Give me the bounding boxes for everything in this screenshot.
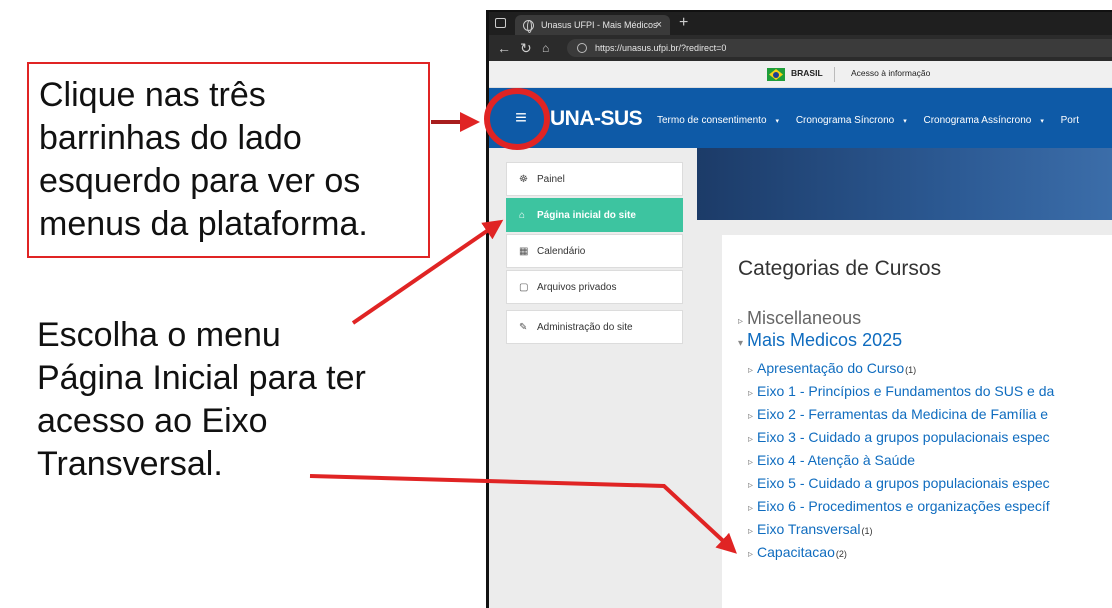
- subcategory-eixo-1[interactable]: ▹ Eixo 1 - Princípios e Fundamentos do SU…: [738, 380, 1054, 403]
- subcategory-eixo-transversal[interactable]: ▹ Eixo Transversal(1): [738, 518, 1054, 541]
- globe-icon: [523, 20, 534, 33]
- sidebar-item-label: Painel: [537, 174, 565, 185]
- category-mais-medicos-2025[interactable]: ▾ Mais Medicos 2025: [738, 329, 1054, 351]
- sidebar-item-administracao[interactable]: ✎ Administração do site: [506, 310, 683, 344]
- subcategory-eixo-4[interactable]: ▹ Eixo 4 - Atenção à Saúde: [738, 449, 1054, 472]
- chevron-down-icon: ▾: [1040, 118, 1044, 125]
- navbar-menu: Termo de consentimento ▾ Cronograma Síncr…: [657, 115, 1086, 126]
- browser-window: Unasus UFPI - Mais Médicos × + ← ↻ ⌂ htt…: [486, 10, 1112, 608]
- gov-divider: [834, 67, 835, 82]
- url-field[interactable]: https://unasus.ufpi.br/?redirect=0: [567, 39, 1112, 57]
- calendar-icon: ▦: [519, 246, 529, 257]
- chevron-down-icon: ▾: [903, 118, 907, 125]
- course-count: (2): [835, 549, 847, 559]
- tab-bar: Unasus UFPI - Mais Médicos × +: [489, 12, 1112, 35]
- expand-triangle-icon[interactable]: ▹: [748, 365, 753, 376]
- expand-triangle-icon[interactable]: ▹: [748, 388, 753, 399]
- nav-item-cronograma-sincrono[interactable]: Cronograma Síncrono ▾: [796, 115, 914, 126]
- sidebar-item-calendario[interactable]: ▦ Calendário: [506, 234, 683, 268]
- home-icon: ⌂: [519, 210, 526, 221]
- sidebar-item-label: Calendário: [537, 246, 586, 257]
- subcategory-eixo-6[interactable]: ▹ Eixo 6 - Procedimentos e organizações e…: [738, 495, 1054, 518]
- instruction-note-text: Escolha o menu Página Inicial para ter a…: [37, 316, 366, 483]
- subcategory-eixo-3[interactable]: ▹ Eixo 3 - Cuidado a grupos populacionais…: [738, 426, 1054, 449]
- access-info-link[interactable]: Acesso à informação: [851, 68, 930, 78]
- expand-triangle-icon[interactable]: ▹: [748, 457, 753, 468]
- header-banner-image: [697, 148, 1112, 220]
- category-miscellaneous[interactable]: ▹ Miscellaneous: [738, 307, 1054, 329]
- gov-bar: BRASIL Acesso à informação: [489, 61, 1112, 88]
- expand-triangle-icon[interactable]: ▹: [738, 316, 743, 327]
- nav-item-termo[interactable]: Termo de consentimento ▾: [657, 115, 786, 126]
- address-bar: ← ↻ ⌂ https://unasus.ufpi.br/?redirect=0: [489, 35, 1112, 61]
- site-info-icon[interactable]: [577, 43, 587, 53]
- course-count: (1): [905, 365, 917, 375]
- page-title: Categorias de Cursos: [738, 257, 942, 280]
- nav-item-cronograma-assincrono[interactable]: Cronograma Assíncrono ▾: [924, 115, 1051, 126]
- sidebar-item-pagina-inicial[interactable]: ⌂ Página inicial do site: [506, 198, 683, 232]
- expand-triangle-icon[interactable]: ▹: [748, 549, 753, 560]
- course-count: (1): [861, 526, 873, 536]
- subcategory-apresentacao[interactable]: ▹ Apresentação do Curso(1): [738, 357, 1054, 380]
- brazil-flag-icon: [767, 68, 785, 81]
- nav-item-portfolio[interactable]: Port: [1061, 115, 1079, 126]
- window-menu-icon[interactable]: [495, 18, 506, 28]
- course-categories-panel: Categorias de Cursos ▹ Miscellaneous ▾ Mai…: [722, 235, 1112, 608]
- home-icon[interactable]: ⌂: [542, 38, 549, 58]
- url-text: https://unasus.ufpi.br/?redirect=0: [595, 43, 727, 53]
- dashboard-icon: ☸: [519, 174, 528, 185]
- hamburger-menu-icon[interactable]: ≡: [509, 106, 533, 130]
- subcategory-eixo-5[interactable]: ▹ Eixo 5 - Cuidado a grupos populacionais…: [738, 472, 1054, 495]
- sidebar-item-label: Arquivos privados: [537, 282, 617, 293]
- collapse-triangle-icon[interactable]: ▾: [738, 338, 743, 349]
- sidebar-nav: ☸ Painel ⌂ Página inicial do site ▦ Cale…: [506, 162, 683, 346]
- gov-country-link[interactable]: BRASIL: [791, 68, 823, 78]
- new-tab-button[interactable]: +: [679, 13, 688, 33]
- subcategory-eixo-2[interactable]: ▹ Eixo 2 - Ferramentas da Medicina de Fam…: [738, 403, 1054, 426]
- wrench-icon: ✎: [519, 322, 528, 333]
- sidebar-item-arquivos-privados[interactable]: ▢ Arquivos privados: [506, 270, 683, 304]
- expand-triangle-icon[interactable]: ▹: [748, 480, 753, 491]
- expand-triangle-icon[interactable]: ▹: [748, 411, 753, 422]
- sidebar-item-label: Administração do site: [537, 322, 633, 333]
- category-tree: ▹ Miscellaneous ▾ Mais Medicos 2025 ▹ Apres…: [738, 307, 1054, 564]
- una-sus-logo[interactable]: UNA-SUS: [550, 107, 643, 131]
- expand-triangle-icon[interactable]: ▹: [748, 526, 753, 537]
- subcategory-capacitacao[interactable]: ▹ Capacitacao(2): [738, 541, 1054, 564]
- sidebar-item-label: Página inicial do site: [537, 210, 636, 221]
- close-tab-icon[interactable]: ×: [656, 15, 662, 35]
- expand-triangle-icon[interactable]: ▹: [748, 503, 753, 514]
- chevron-down-icon: ▾: [775, 118, 780, 125]
- back-icon[interactable]: ←: [497, 38, 511, 58]
- expand-triangle-icon[interactable]: ▹: [748, 434, 753, 445]
- instruction-callout-text: Clique nas três barrinhas do lado esquer…: [39, 76, 368, 243]
- tab-title: Unasus UFPI - Mais Médicos: [541, 20, 658, 30]
- top-navbar: ≡ UNA-SUS Termo de consentimento ▾ Cronog…: [489, 88, 1112, 148]
- sidebar-item-painel[interactable]: ☸ Painel: [506, 162, 683, 196]
- browser-tab[interactable]: Unasus UFPI - Mais Médicos ×: [515, 15, 670, 35]
- file-icon: ▢: [519, 282, 529, 293]
- reload-icon[interactable]: ↻: [520, 38, 532, 58]
- instruction-callout-box: Clique nas três barrinhas do lado esquer…: [27, 62, 430, 258]
